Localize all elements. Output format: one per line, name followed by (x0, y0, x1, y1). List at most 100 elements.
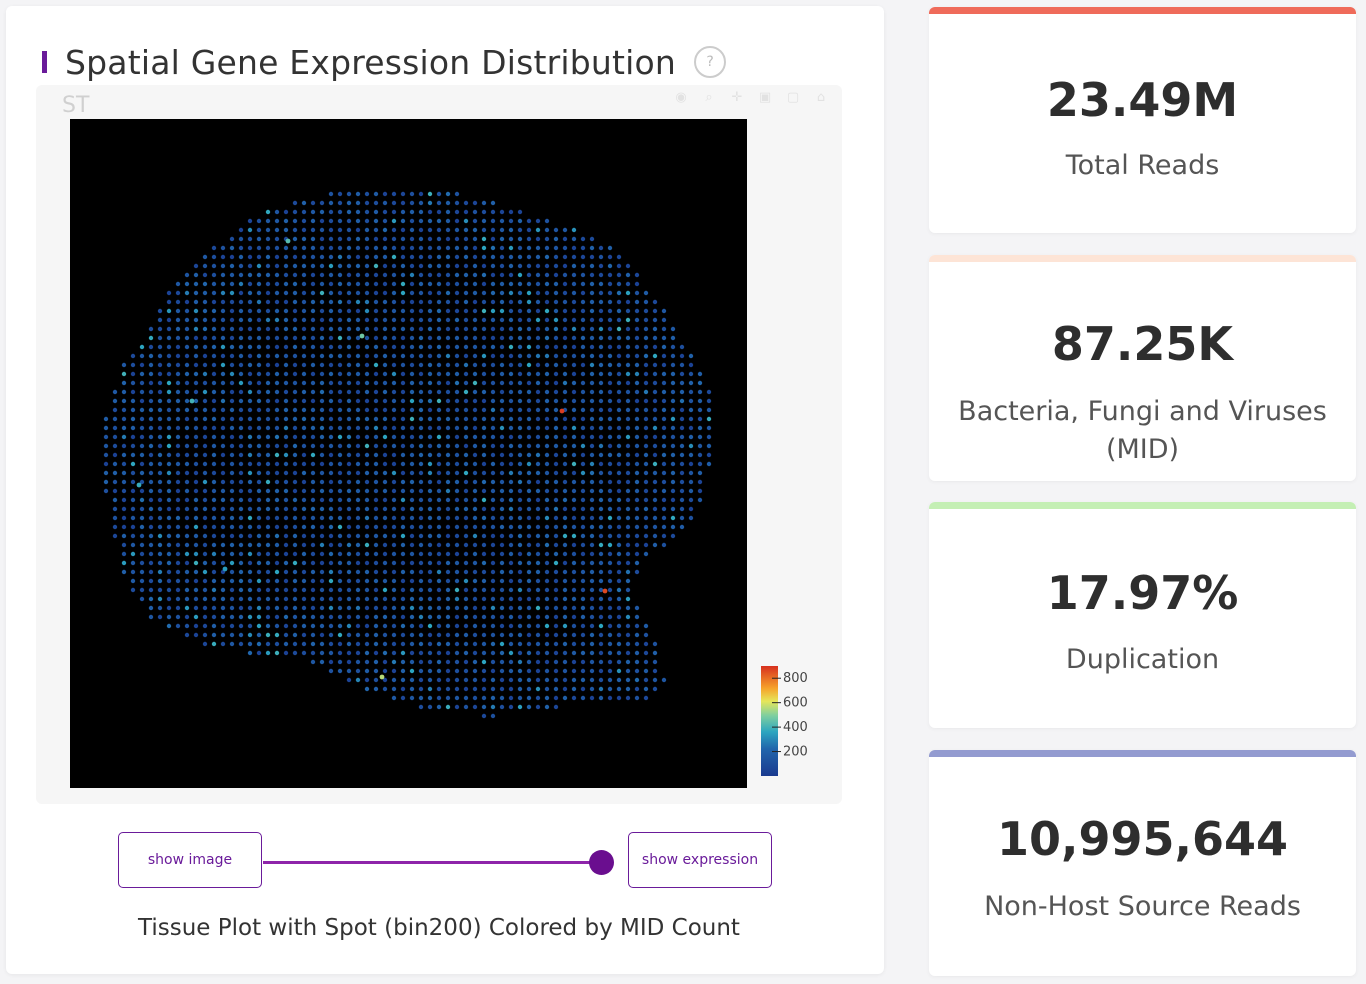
tissue-spot (220, 488, 226, 494)
tissue-spot (211, 470, 217, 476)
tissue-spot (220, 506, 226, 512)
tissue-spot (256, 443, 262, 449)
tissue-spot (454, 407, 460, 413)
tissue-spot (526, 398, 532, 404)
tissue-spot (211, 533, 217, 539)
tissue-spot (328, 506, 334, 512)
tissue-spot (220, 479, 226, 485)
tissue-spot (643, 407, 649, 413)
tissue-spot (382, 353, 388, 359)
tissue-spot (328, 335, 334, 341)
tissue-spot (238, 281, 244, 287)
tissue-spot (454, 362, 460, 368)
show-expression-button[interactable]: show expression (628, 832, 772, 888)
tissue-spot (337, 551, 343, 557)
tissue-spot (121, 551, 127, 557)
tissue-spot (526, 452, 532, 458)
tissue-spot (508, 560, 514, 566)
tissue-spot (661, 425, 667, 431)
tissue-spot (328, 659, 334, 665)
tissue-spot (220, 632, 226, 638)
tissue-spot (130, 434, 136, 440)
tissue-spot (184, 452, 190, 458)
tissue-spot (220, 299, 226, 305)
show-image-button[interactable]: show image (118, 832, 262, 888)
tissue-spot (481, 263, 487, 269)
tissue-spot (634, 551, 640, 557)
tissue-spot (382, 506, 388, 512)
tissue-spot (238, 290, 244, 296)
tissue-spot (490, 623, 496, 629)
tissue-spot (400, 290, 406, 296)
zoom-in-icon[interactable]: ▣ (758, 91, 772, 105)
tissue-spot (616, 677, 622, 683)
tissue-spot (319, 479, 325, 485)
tissue-spot (508, 371, 514, 377)
tissue-spot (193, 497, 199, 503)
tissue-spot (571, 506, 577, 512)
pan-icon[interactable]: ✛ (730, 91, 744, 105)
tissue-spot (283, 623, 289, 629)
tissue-spot (400, 209, 406, 215)
tissue-spot (526, 596, 532, 602)
tissue-spot (454, 515, 460, 521)
tissue-spot (184, 623, 190, 629)
view-slider-handle[interactable] (589, 850, 614, 875)
spatial-plot[interactable]: 200400600800 (36, 85, 842, 804)
tissue-spot (517, 560, 523, 566)
tissue-spot (400, 488, 406, 494)
tissue-spot (166, 407, 172, 413)
tissue-spot (328, 632, 334, 638)
tissue-spot (166, 497, 172, 503)
tissue-spot (265, 470, 271, 476)
tissue-spot (400, 686, 406, 692)
tissue-spot (337, 398, 343, 404)
tissue-spot (346, 668, 352, 674)
tissue-spot (139, 551, 145, 557)
tissue-spot (670, 425, 676, 431)
tissue-spot (445, 227, 451, 233)
tissue-spot (634, 668, 640, 674)
tissue-spot (355, 272, 361, 278)
tissue-spot (499, 290, 505, 296)
tissue-spot (517, 389, 523, 395)
view-slider-track[interactable] (263, 861, 603, 864)
tissue-spot (328, 380, 334, 386)
zoom-out-icon[interactable]: ▢ (786, 91, 800, 105)
tissue-spot (544, 236, 550, 242)
tissue-spot (175, 290, 181, 296)
tissue-spot (580, 308, 586, 314)
tissue-spot (670, 497, 676, 503)
tissue-spot (121, 362, 127, 368)
tissue-spot (220, 407, 226, 413)
tissue-spot (328, 200, 334, 206)
tissue-spot (184, 551, 190, 557)
tissue-spot (580, 623, 586, 629)
tissue-spot (130, 407, 136, 413)
tissue-spot (148, 497, 154, 503)
tissue-spot (688, 371, 694, 377)
tissue-spot (166, 605, 172, 611)
tissue-spot (193, 452, 199, 458)
reset-icon[interactable]: ⌂ (814, 91, 828, 105)
tissue-spot (346, 443, 352, 449)
tissue-spot (400, 578, 406, 584)
tissue-spot (382, 452, 388, 458)
help-icon[interactable]: ? (694, 46, 727, 78)
tissue-spot (328, 218, 334, 224)
tissue-spot (301, 362, 307, 368)
tissue-spot (355, 443, 361, 449)
camera-icon[interactable]: ◉ (674, 91, 688, 105)
tissue-spot (463, 371, 469, 377)
tissue-spot (436, 614, 442, 620)
tissue-spot (616, 623, 622, 629)
zoom-icon[interactable]: ⌕ (702, 91, 716, 105)
tissue-spot (445, 704, 451, 710)
tissue-spot (175, 614, 181, 620)
tissue-spot (607, 659, 613, 665)
tissue-spot (229, 326, 235, 332)
tissue-spot (337, 362, 343, 368)
tissue-spot (175, 470, 181, 476)
tissue-spot (292, 299, 298, 305)
tissue-spot (472, 353, 478, 359)
